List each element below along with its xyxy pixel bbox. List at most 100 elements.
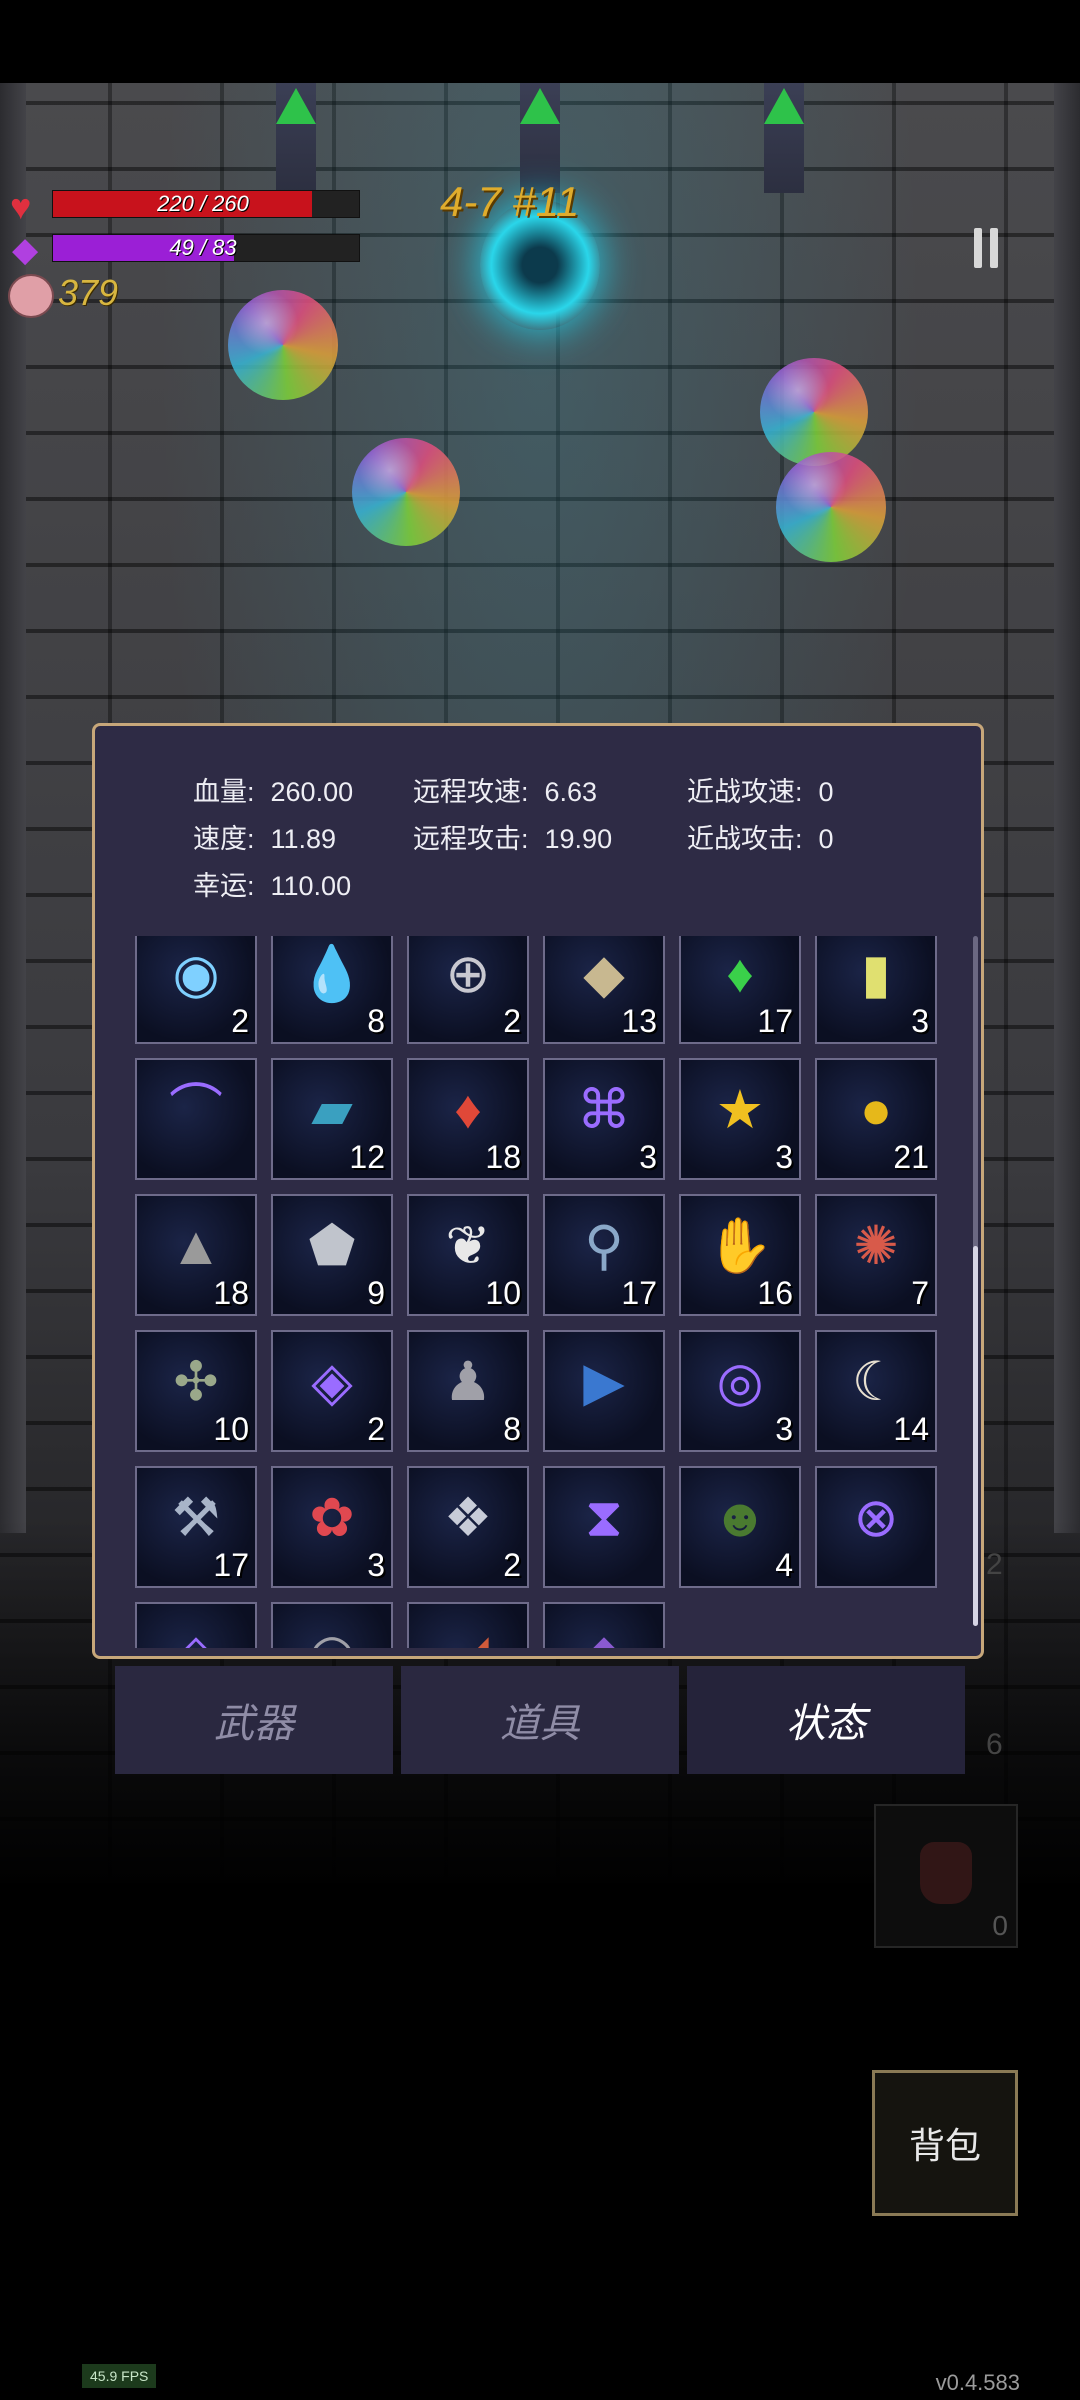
version-label: v0.4.583	[935, 2370, 1020, 2395]
item-grid-viewport[interactable]: ◉ 2 💧 8 ⊕ 2 ◆ 13 ♦ 17 ▮ 3 ⌒ ▰ 12 ♦ 18 ⌘ 3 ★ 3 ● 21 ▲ 18 ⬟ 9 ❦ 10 ⚲ 17 ✋…	[135, 936, 955, 1648]
stat-speed: 速度: 11.89	[193, 824, 337, 854]
item-count: 13	[621, 1003, 657, 1039]
item-count: 14	[893, 1411, 929, 1447]
spellbook-icon: ▶	[583, 1352, 625, 1412]
item-count: 3	[775, 1411, 793, 1447]
item-slot[interactable]: ✣ 10	[135, 1330, 257, 1452]
item-slot[interactable]: ◆	[543, 1602, 665, 1648]
item-count: 3	[775, 1139, 793, 1175]
pause-button[interactable]	[974, 228, 1004, 268]
item-slot[interactable]: ⧗	[543, 1466, 665, 1588]
item-slot[interactable]: ♦ 17	[679, 936, 801, 1044]
item-slot[interactable]: ● 21	[815, 1058, 937, 1180]
fps-counter: 45.9 FPS	[82, 2364, 157, 2388]
item-slot[interactable]: ◉ 2	[135, 936, 257, 1044]
stat-melee-attack: 近战攻击: 0	[687, 824, 834, 854]
item-slot[interactable]: ▰ 12	[271, 1058, 393, 1180]
bag-button[interactable]: 背包	[872, 2070, 1018, 2216]
right-wall	[1054, 83, 1080, 1533]
item-count: 4	[775, 1547, 793, 1583]
item-slot[interactable]: ♟ 8	[407, 1330, 529, 1452]
item-count: 18	[485, 1139, 521, 1175]
item-scrollbar[interactable]	[973, 936, 978, 1626]
stat-ranged-speed: 远程攻速: 6.63	[413, 777, 598, 807]
item-count: 8	[367, 1003, 385, 1039]
item-slot[interactable]: ◠	[271, 1602, 393, 1648]
item-slot[interactable]: ⊕ 2	[407, 936, 529, 1044]
item-slot[interactable]: ◈ 2	[271, 1330, 393, 1452]
item-slot[interactable]: ☾ 14	[815, 1330, 937, 1452]
stat-hp: 血量: 260.00	[193, 777, 354, 807]
item-slot[interactable]: ★ 3	[679, 1058, 801, 1180]
item-count: 7	[911, 1275, 929, 1311]
item-slot[interactable]: ❖ 2	[407, 1466, 529, 1588]
item-slot[interactable]: ⬟ 9	[271, 1194, 393, 1316]
side-slot-count: 6	[986, 1728, 1003, 1761]
item-slot[interactable]: ▮ 3	[815, 936, 937, 1044]
item-count: 9	[367, 1275, 385, 1311]
item-slot[interactable]: ◇	[135, 1602, 257, 1648]
item-slot[interactable]: ⚒ 17	[135, 1466, 257, 1588]
item-grid: ◉ 2 💧 8 ⊕ 2 ◆ 13 ♦ 17 ▮ 3 ⌒ ▰ 12 ♦ 18 ⌘ 3 ★ 3 ● 21 ▲ 18 ⬟ 9 ❦ 10 ⚲ 17 ✋…	[135, 936, 955, 1648]
item-slot[interactable]: ☻ 4	[679, 1466, 801, 1588]
status-panel: 血量: 260.00 远程攻速: 6.63 近战攻速: 0 速度: 11.89 远程攻击…	[92, 723, 984, 1659]
purple-rune-hourglass-icon: ⧗	[585, 1488, 623, 1548]
item-count: 3	[639, 1139, 657, 1175]
item-slot[interactable]: ❦ 10	[407, 1194, 529, 1316]
mana-bar: 49 / 83	[52, 234, 360, 262]
item-slot[interactable]: ◆ 13	[543, 936, 665, 1044]
item-slot[interactable]: ▶	[543, 1330, 665, 1452]
green-arrow-icon	[276, 88, 316, 124]
item-count: 21	[893, 1139, 929, 1175]
item-count: 3	[367, 1547, 385, 1583]
rainbow-bubble-enemy	[228, 290, 338, 400]
potion-icon	[920, 1842, 972, 1904]
item-slot[interactable]: ⌒	[135, 1058, 257, 1180]
side-slot-count: 2	[986, 1548, 1003, 1581]
item-count: 17	[757, 1003, 793, 1039]
item-count: 2	[231, 1003, 249, 1039]
tab-weapons[interactable]: 武器	[115, 1666, 393, 1774]
purple-rune-cross-icon: ⊗	[853, 1488, 899, 1548]
item-count: 17	[621, 1275, 657, 1311]
item-count: 10	[485, 1275, 521, 1311]
purple-item-partial-icon: ◆	[545, 1604, 663, 1648]
gray-item-partial-icon: ◠	[273, 1604, 391, 1648]
stat-ranged-attack: 远程攻击: 19.90	[413, 824, 613, 854]
item-slot[interactable]: ⊗	[815, 1466, 937, 1588]
level-indicator: 4-7 #11	[440, 178, 580, 225]
item-slot[interactable]: ⌘ 3	[543, 1058, 665, 1180]
mana-gem-icon: ◆	[12, 231, 39, 269]
potion-slot[interactable]: 0	[874, 1804, 1018, 1948]
hp-bar: 220 / 260	[52, 190, 360, 218]
item-count: 16	[757, 1275, 793, 1311]
mana-text: 49 / 83	[169, 235, 237, 260]
pig-coin-icon	[8, 274, 54, 318]
item-count: 3	[911, 1003, 929, 1039]
item-slot[interactable]: ⚲ 17	[543, 1194, 665, 1316]
item-slot[interactable]: ◎ 3	[679, 1330, 801, 1452]
stat-luck: 幸运: 110.00	[193, 871, 352, 901]
rainbow-bubble-enemy	[776, 452, 886, 562]
item-count: 17	[213, 1547, 249, 1583]
item-slot[interactable]: ▲ 18	[135, 1194, 257, 1316]
pause-icon	[974, 228, 982, 268]
tab-status[interactable]: 状态	[687, 1666, 965, 1774]
heart-icon: ♥	[10, 186, 32, 227]
item-scrollbar-thumb[interactable]	[973, 1246, 978, 1626]
item-slot[interactable]: ✿ 3	[271, 1466, 393, 1588]
tab-items[interactable]: 道具	[401, 1666, 679, 1774]
item-count: 2	[503, 1547, 521, 1583]
red-item-partial-icon: ◢	[409, 1604, 527, 1648]
item-count: 2	[367, 1411, 385, 1447]
rainbow-bubble-enemy	[352, 438, 460, 546]
stat-melee-speed: 近战攻速: 0	[687, 777, 834, 807]
gold-count: 379	[58, 272, 119, 313]
item-slot[interactable]: ✋ 16	[679, 1194, 801, 1316]
item-slot[interactable]: ✺ 7	[815, 1194, 937, 1316]
item-slot[interactable]: ◢	[407, 1602, 529, 1648]
green-arrow-icon	[764, 88, 804, 124]
item-count: 18	[213, 1275, 249, 1311]
item-slot[interactable]: ♦ 18	[407, 1058, 529, 1180]
item-slot[interactable]: 💧 8	[271, 936, 393, 1044]
